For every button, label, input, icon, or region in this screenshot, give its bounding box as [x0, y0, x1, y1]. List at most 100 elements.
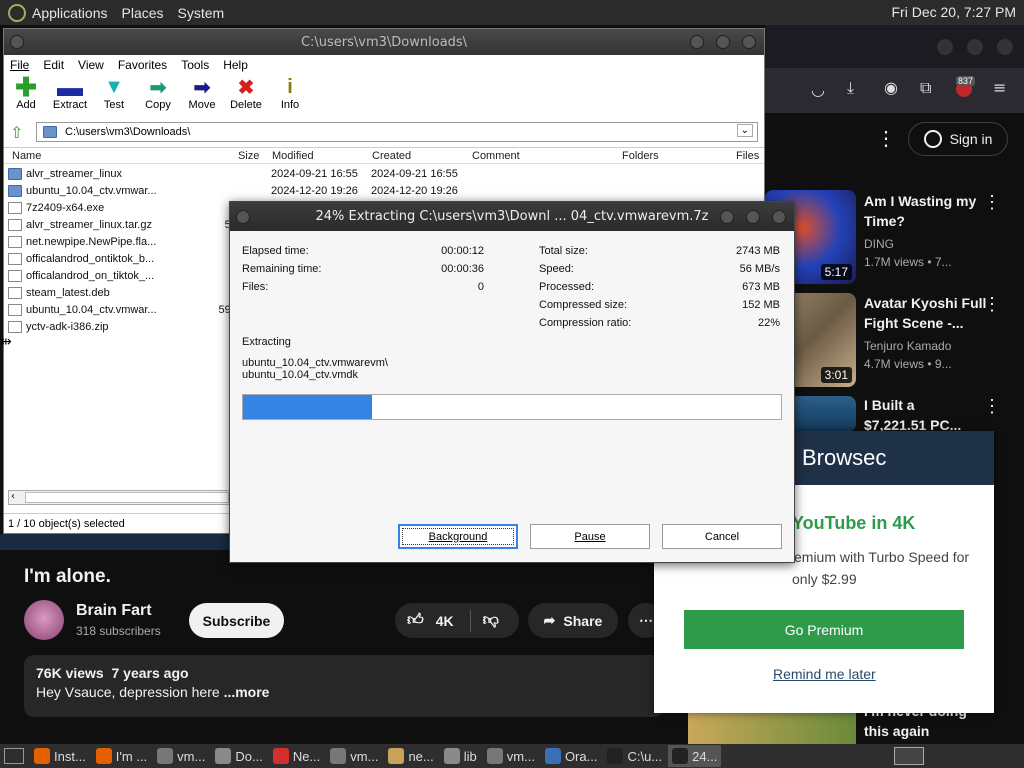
recommendation-info[interactable]: I Built a $7,221.51 PC...: [864, 395, 994, 435]
scroll-left-icon[interactable]: ‹: [11, 491, 15, 502]
menu-tools[interactable]: Tools: [181, 58, 209, 72]
maximize-icon[interactable]: [967, 39, 983, 55]
description-box[interactable]: 76K views 7 years ago Hey Vsauce, depres…: [24, 655, 664, 717]
add-button[interactable]: ✚ Add: [4, 72, 48, 117]
taskbar-item[interactable]: I'm ...: [92, 745, 151, 767]
menu-icon[interactable]: ≡: [993, 78, 1006, 97]
path-input[interactable]: C:\users\vm3\Downloads\ ⌄: [36, 122, 758, 142]
close-icon[interactable]: [772, 209, 786, 224]
info-button[interactable]: i Info: [268, 75, 312, 117]
maximize-icon[interactable]: [746, 209, 760, 224]
file-name: 7z2409-x64.exe: [26, 201, 105, 214]
close-icon[interactable]: [742, 35, 756, 49]
sign-in-button[interactable]: Sign in: [908, 122, 1008, 156]
taskbar-item[interactable]: C:\u...: [603, 745, 666, 767]
minimize-icon[interactable]: [720, 209, 734, 224]
menu-places[interactable]: Places: [122, 5, 164, 21]
show-desktop-icon[interactable]: [4, 748, 24, 764]
dialog-titlebar[interactable]: 24% Extracting C:\users\vm3\Downl ... 04…: [230, 202, 794, 231]
file-created: 2024-09-21 16:55: [371, 167, 458, 180]
column-created[interactable]: Created: [372, 150, 411, 162]
chevron-down-icon[interactable]: ⌄: [736, 124, 753, 137]
background-button[interactable]: Background: [398, 524, 518, 549]
minus-icon: ▬: [57, 71, 83, 102]
share-button[interactable]: ➦ Share: [528, 603, 618, 638]
menu-favorites[interactable]: Favorites: [118, 58, 167, 72]
taskbar-item[interactable]: Ne...: [269, 745, 324, 767]
taskbar-item[interactable]: ne...: [384, 745, 437, 767]
info-label: Info: [280, 99, 300, 111]
folder-icon: [8, 184, 22, 197]
file-row[interactable]: ubuntu_10.04_ctv.vmwar... 2024-12-20 19:2…: [8, 182, 760, 199]
taskbar-item[interactable]: vm...: [326, 745, 382, 767]
menu-file[interactable]: File: [10, 58, 29, 72]
maximize-icon[interactable]: [716, 35, 730, 49]
column-comment[interactable]: Comment: [472, 150, 520, 162]
menu-edit[interactable]: Edit: [43, 58, 64, 72]
go-premium-button[interactable]: Go Premium: [684, 610, 964, 649]
recommendation-info[interactable]: Avatar Kyoshi Full Fight Scene -... Tenj…: [864, 293, 994, 373]
channel-title[interactable]: Brain Fart: [76, 602, 152, 620]
taskbar-item[interactable]: lib: [440, 745, 481, 767]
up-folder-icon[interactable]: ⇧: [10, 123, 23, 142]
download-icon[interactable]: ⤓: [847, 78, 854, 98]
video-title: Fight Scene -...: [864, 315, 964, 331]
video-menu-icon[interactable]: ⋮: [983, 294, 1001, 315]
minimize-icon[interactable]: [690, 35, 704, 49]
video-player[interactable]: [0, 534, 230, 550]
workspace-switcher[interactable]: [894, 747, 924, 765]
video-menu-icon[interactable]: ⋮: [983, 192, 1001, 213]
delete-button[interactable]: ✖ Delete: [224, 75, 268, 117]
close-icon[interactable]: [997, 39, 1013, 55]
column-name[interactable]: Name: [12, 150, 41, 162]
video-meta: 1.7M views • 7...: [864, 255, 952, 269]
pause-button[interactable]: Pause: [530, 524, 650, 549]
menu-system[interactable]: System: [178, 5, 225, 21]
thumbs-down-icon[interactable]: 👎︎: [483, 611, 499, 630]
menu-view[interactable]: View: [78, 58, 104, 72]
video-meta: 4.7M views • 9...: [864, 357, 952, 371]
scroll-thumb[interactable]: [25, 492, 229, 503]
distro-logo-icon[interactable]: [8, 3, 26, 22]
account-icon[interactable]: ◉: [884, 78, 898, 97]
window-menu-icon[interactable]: [10, 35, 24, 49]
channel-name: DING: [864, 237, 894, 251]
cancel-button[interactable]: Cancel: [662, 524, 782, 549]
taskbar-item[interactable]: vm...: [153, 745, 209, 767]
column-modified[interactable]: Modified: [272, 150, 314, 162]
column-files[interactable]: Files: [736, 150, 759, 162]
like-button[interactable]: 👍︎ 4K 👎︎: [395, 603, 519, 638]
menu-help[interactable]: Help: [223, 58, 248, 72]
clock[interactable]: Fri Dec 20, 7:27 PM: [892, 4, 1017, 20]
taskbar-item[interactable]: Do...: [211, 745, 266, 767]
recommendation-info[interactable]: Am I Wasting my Time? DING 1.7M views • …: [864, 191, 994, 271]
minimize-icon[interactable]: [937, 39, 953, 55]
column-size[interactable]: Size: [238, 150, 259, 162]
video-thumbnail[interactable]: [688, 713, 856, 744]
taskbar-item[interactable]: Inst...: [30, 745, 90, 767]
stat-value: 2743 MB: [735, 245, 780, 257]
file-manager-titlebar[interactable]: C:\users\vm3\Downloads\: [4, 29, 764, 55]
remind-later-link[interactable]: Remind me later: [773, 666, 876, 682]
move-button[interactable]: ➡ Move: [180, 75, 224, 117]
extract-button[interactable]: ▬ Extract: [48, 71, 92, 117]
horizontal-scrollbar[interactable]: ‹: [8, 490, 230, 505]
subscribe-button[interactable]: Subscribe: [189, 603, 284, 638]
copy-button[interactable]: ➡ Copy: [136, 75, 180, 117]
column-folders[interactable]: Folders: [622, 150, 659, 162]
menu-applications[interactable]: Applications: [32, 5, 108, 21]
pocket-icon[interactable]: ◡: [811, 80, 825, 99]
taskbar-item[interactable]: 24...: [668, 745, 722, 767]
test-button[interactable]: ▼ Test: [92, 75, 136, 117]
thumbs-up-icon: 👍︎: [407, 612, 424, 629]
more-options-icon[interactable]: ⋮: [876, 126, 896, 151]
extracting-label: Extracting: [242, 336, 291, 348]
extensions-icon[interactable]: ⧉: [920, 78, 931, 98]
file-row[interactable]: alvr_streamer_linux 2024-09-21 16:55 2024-…: [8, 165, 760, 182]
video-menu-icon[interactable]: ⋮: [983, 396, 1001, 417]
taskbar-item[interactable]: Ora...: [541, 745, 602, 767]
more-link[interactable]: ...more: [224, 684, 270, 700]
channel-avatar[interactable]: [24, 600, 64, 640]
window-menu-icon[interactable]: [236, 209, 250, 224]
taskbar-item[interactable]: vm...: [483, 745, 539, 767]
